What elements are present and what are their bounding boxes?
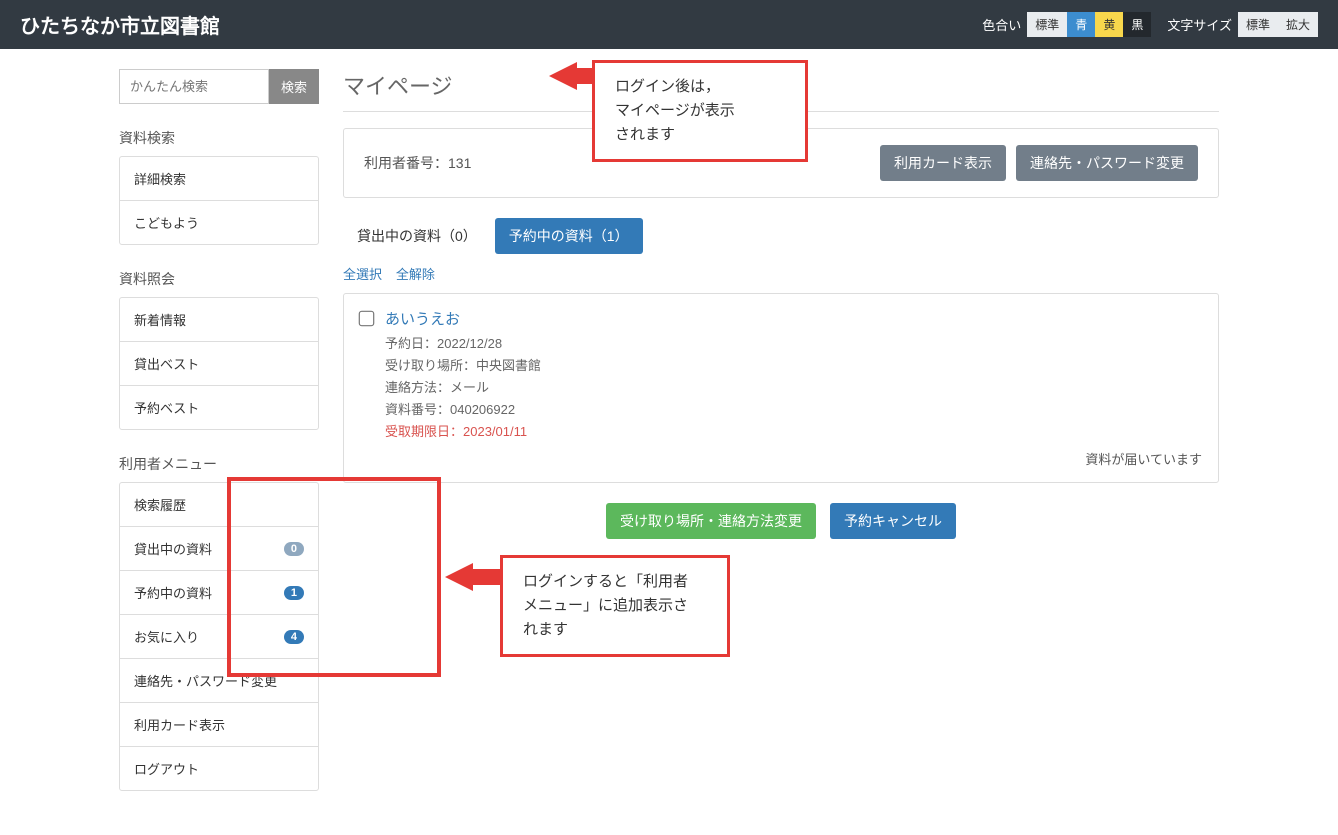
select-all-link[interactable]: 全選択	[343, 267, 382, 282]
reservation-title[interactable]: あいうえお	[385, 308, 541, 329]
reservation-card: あいうえお 予約日：2022/12/28 受け取り場所：中央図書館 連絡方法：メ…	[343, 293, 1219, 483]
sidebar-item[interactable]: お気に入り 4	[120, 615, 318, 659]
select-controls: 全選択 全解除	[343, 264, 1219, 283]
sidebar-item-label: 利用カード表示	[134, 715, 225, 734]
color-control: 色合い 標準 青 黄 黒	[982, 12, 1151, 37]
sidebar: 検索 資料検索詳細検索こどもよう資料照会新着情報貸出ベスト予約ベスト利用者メニュ…	[119, 69, 319, 815]
sidebar-item[interactable]: 新着情報	[120, 298, 318, 342]
side-section: 資料照会新着情報貸出ベスト予約ベスト	[119, 269, 319, 430]
sidebar-item-label: 貸出ベスト	[134, 354, 199, 373]
callout-bottom: ログインすると「利用者 メニュー」に追加表示さ れます	[500, 555, 730, 657]
side-heading: 資料検索	[119, 128, 319, 148]
arrow-tail	[575, 68, 593, 84]
reservation-details: 予約日：2022/12/28 受け取り場所：中央図書館 連絡方法：メール 資料番…	[385, 333, 541, 443]
pickup-due: 受取期限日：2023/01/11	[385, 421, 541, 443]
search-button[interactable]: 検索	[269, 69, 319, 104]
reservation-checkbox[interactable]	[359, 311, 375, 327]
tab-reservation[interactable]: 予約中の資料（1）	[495, 218, 643, 254]
sidebar-item-label: 予約中の資料	[134, 583, 212, 602]
side-list: 詳細検索こどもよう	[119, 156, 319, 245]
sidebar-item-label: 貸出中の資料	[134, 539, 212, 558]
show-card-button[interactable]: 利用カード表示	[880, 145, 1006, 181]
arrow-left-icon	[549, 62, 577, 90]
change-pickup-button[interactable]: 受け取り場所・連絡方法変更	[606, 503, 816, 539]
main-content: マイページ 利用者番号：131 利用カード表示 連絡先・パスワード変更 貸出中の…	[343, 69, 1219, 815]
sidebar-item-label: 検索履歴	[134, 495, 186, 514]
fontsize-standard[interactable]: 標準	[1238, 12, 1278, 37]
top-bar: ひたちなか市立図書館 色合い 標準 青 黄 黒 文字サイズ 標準 拡大	[0, 0, 1338, 49]
contact-method: 連絡方法：メール	[385, 377, 541, 399]
sidebar-item-label: 新着情報	[134, 310, 186, 329]
pickup-location: 受け取り場所：中央図書館	[385, 355, 541, 377]
user-number: 利用者番号：131	[364, 153, 471, 173]
side-list: 新着情報貸出ベスト予約ベスト	[119, 297, 319, 430]
fontsize-control: 文字サイズ 標準 拡大	[1167, 12, 1318, 37]
quick-search: 検索	[119, 69, 319, 104]
color-black[interactable]: 黒	[1123, 12, 1151, 37]
arrow-tail	[471, 569, 501, 585]
fontsize-label: 文字サイズ	[1167, 15, 1232, 34]
tab-lending[interactable]: 貸出中の資料（0）	[343, 218, 491, 254]
deselect-all-link[interactable]: 全解除	[396, 267, 435, 282]
sidebar-item-label: 予約ベスト	[134, 398, 199, 417]
cancel-reservation-button[interactable]: 予約キャンセル	[830, 503, 956, 539]
search-input[interactable]	[119, 69, 269, 104]
sidebar-item[interactable]: 貸出ベスト	[120, 342, 318, 386]
color-yellow[interactable]: 黄	[1095, 12, 1123, 37]
side-section: 利用者メニュー検索履歴貸出中の資料 0 予約中の資料 1 お気に入り 4 連絡先・パスワード…	[119, 454, 319, 791]
sidebar-item[interactable]: 予約中の資料 1	[120, 571, 318, 615]
arrow-left-icon	[445, 563, 473, 591]
tabs: 貸出中の資料（0） 予約中の資料（1）	[343, 218, 1219, 254]
sidebar-item-label: 詳細検索	[134, 169, 186, 188]
sidebar-item[interactable]: ログアウト	[120, 747, 318, 790]
side-section: 資料検索詳細検索こどもよう	[119, 128, 319, 245]
color-standard[interactable]: 標準	[1027, 12, 1067, 37]
count-badge: 4	[284, 630, 304, 644]
material-number: 資料番号：040206922	[385, 399, 541, 421]
change-contact-button[interactable]: 連絡先・パスワード変更	[1016, 145, 1198, 181]
color-blue[interactable]: 青	[1067, 12, 1095, 37]
side-heading: 資料照会	[119, 269, 319, 289]
color-label: 色合い	[982, 15, 1021, 34]
reservation-status: 資料が届いています	[360, 449, 1202, 468]
sidebar-item-label: こどもよう	[134, 213, 199, 232]
count-badge: 1	[284, 586, 304, 600]
sidebar-item[interactable]: 予約ベスト	[120, 386, 318, 429]
side-list: 検索履歴貸出中の資料 0 予約中の資料 1 お気に入り 4 連絡先・パスワード変更利用カード…	[119, 482, 319, 791]
sidebar-item[interactable]: 利用カード表示	[120, 703, 318, 747]
sidebar-item-label: 連絡先・パスワード変更	[134, 671, 277, 690]
fontsize-large[interactable]: 拡大	[1278, 12, 1318, 37]
count-badge: 0	[284, 542, 304, 556]
sidebar-item-label: ログアウト	[134, 759, 199, 778]
reservation-actions: 受け取り場所・連絡方法変更 予約キャンセル	[343, 503, 1219, 539]
sidebar-item[interactable]: 検索履歴	[120, 483, 318, 527]
site-title: ひたちなか市立図書館	[20, 10, 220, 39]
display-controls: 色合い 標準 青 黄 黒 文字サイズ 標準 拡大	[982, 12, 1318, 37]
callout-top: ログイン後は， マイページが表示 されます	[592, 60, 808, 162]
reserve-date: 予約日：2022/12/28	[385, 333, 541, 355]
sidebar-item[interactable]: 詳細検索	[120, 157, 318, 201]
sidebar-item[interactable]: こどもよう	[120, 201, 318, 244]
sidebar-item[interactable]: 連絡先・パスワード変更	[120, 659, 318, 703]
sidebar-item[interactable]: 貸出中の資料 0	[120, 527, 318, 571]
sidebar-item-label: お気に入り	[134, 627, 199, 646]
side-heading: 利用者メニュー	[119, 454, 319, 474]
